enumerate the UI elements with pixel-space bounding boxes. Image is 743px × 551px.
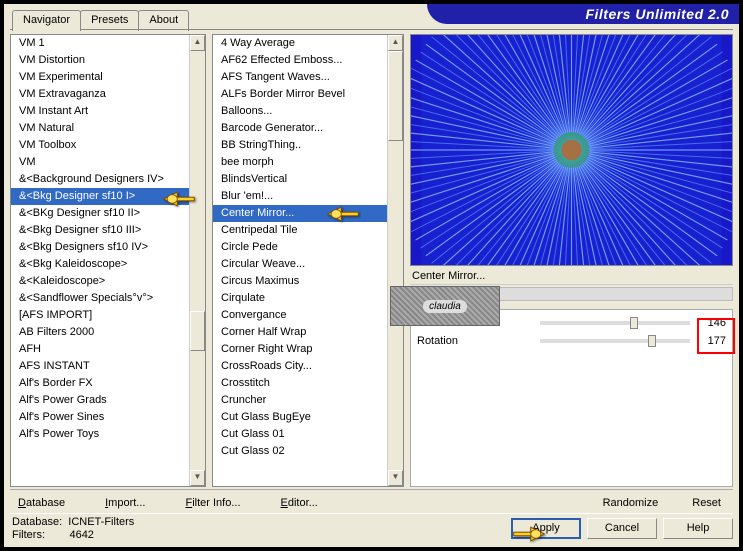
list-item[interactable]: Centripedal Tile xyxy=(213,222,403,239)
scroll-thumb[interactable] xyxy=(190,311,205,351)
list-item[interactable]: Cruncher xyxy=(213,392,403,409)
list-item[interactable]: AFS Tangent Waves... xyxy=(213,69,403,86)
list-item[interactable]: Circular Weave... xyxy=(213,256,403,273)
list-item[interactable]: CrossRoads City... xyxy=(213,358,403,375)
title-bar: Filters Unlimited 2.0 xyxy=(427,4,739,24)
list-item[interactable]: VM Natural xyxy=(11,120,205,137)
list-item[interactable]: &<Background Designers IV> xyxy=(11,171,205,188)
tab-navigator[interactable]: Navigator xyxy=(12,10,81,31)
filter-info-button[interactable]: Filter Info... xyxy=(177,494,248,512)
filter-name-label: Center Mirror... xyxy=(410,266,733,285)
list-item[interactable]: Circus Maximus xyxy=(213,273,403,290)
list-item[interactable]: AF62 Effected Emboss... xyxy=(213,52,403,69)
footer-info: Database: ICNET-Filters Filters: 4642 xyxy=(10,516,505,542)
preview-pane xyxy=(410,34,733,266)
list-item[interactable]: Cut Glass 02 xyxy=(213,443,403,460)
list-item[interactable]: Alf's Power Toys xyxy=(11,426,205,443)
list-item[interactable]: Balloons... xyxy=(213,103,403,120)
toolbar: Database Import... Filter Info... Editor… xyxy=(10,489,733,511)
list-item[interactable]: VM xyxy=(11,154,205,171)
list-item[interactable]: &<Bkg Designer sf10 III> xyxy=(11,222,205,239)
list-item[interactable]: VM Extravaganza xyxy=(11,86,205,103)
list-item[interactable]: Cut Glass 01 xyxy=(213,426,403,443)
scroll-up-icon[interactable]: ▲ xyxy=(388,35,403,51)
list-item[interactable]: &<Kaleidoscope> xyxy=(11,273,205,290)
scrollbar[interactable]: ▲ ▼ xyxy=(189,35,205,486)
list-item[interactable]: [AFS IMPORT] xyxy=(11,307,205,324)
import-button[interactable]: Import... xyxy=(97,494,153,512)
scroll-down-icon[interactable]: ▼ xyxy=(190,470,205,486)
reset-button[interactable]: Reset xyxy=(684,494,729,512)
help-button[interactable]: Help xyxy=(663,518,733,539)
list-item[interactable]: VM Instant Art xyxy=(11,103,205,120)
list-item[interactable]: &<Bkg Designer sf10 I> xyxy=(11,188,205,205)
parameter-panel: Axes146Rotation177 xyxy=(410,309,733,487)
list-item[interactable]: 4 Way Average xyxy=(213,35,403,52)
list-item[interactable]: VM Distortion xyxy=(11,52,205,69)
list-item[interactable]: Corner Half Wrap xyxy=(213,324,403,341)
list-item[interactable]: &<Bkg Kaleidoscope> xyxy=(11,256,205,273)
list-item[interactable]: Blur 'em!... xyxy=(213,188,403,205)
list-item[interactable]: VM Experimental xyxy=(11,69,205,86)
list-item[interactable]: BlindsVertical xyxy=(213,171,403,188)
list-item[interactable]: Alf's Power Sines xyxy=(11,409,205,426)
list-item[interactable]: Center Mirror... xyxy=(213,205,403,222)
list-item[interactable]: &<Sandflower Specials°v°> xyxy=(11,290,205,307)
scroll-thumb[interactable] xyxy=(388,51,403,141)
list-item[interactable]: bee morph xyxy=(213,154,403,171)
list-item[interactable]: Cirqulate xyxy=(213,290,403,307)
database-button[interactable]: Database xyxy=(10,494,73,512)
list-item[interactable]: Crosstitch xyxy=(213,375,403,392)
param-value: 177 xyxy=(698,335,726,347)
tab-presets[interactable]: Presets xyxy=(80,10,139,31)
category-list[interactable]: VM 1VM DistortionVM ExperimentalVM Extra… xyxy=(10,34,206,487)
watermark: claudia xyxy=(390,286,500,326)
list-item[interactable]: &<Bkg Designers sf10 IV> xyxy=(11,239,205,256)
scroll-up-icon[interactable]: ▲ xyxy=(190,35,205,51)
scrollbar[interactable]: ▲ ▼ xyxy=(387,35,403,486)
param-slider[interactable] xyxy=(540,321,690,325)
randomize-button[interactable]: Randomize xyxy=(595,494,667,512)
list-item[interactable]: Barcode Generator... xyxy=(213,120,403,137)
list-item[interactable]: AB Filters 2000 xyxy=(11,324,205,341)
param-label: Rotation xyxy=(417,335,532,347)
cancel-button[interactable]: Cancel xyxy=(587,518,657,539)
list-item[interactable]: Alf's Border FX xyxy=(11,375,205,392)
list-item[interactable]: Alf's Power Grads xyxy=(11,392,205,409)
list-item[interactable]: AFS INSTANT xyxy=(11,358,205,375)
editor-button[interactable]: Editor... xyxy=(273,494,326,512)
list-item[interactable]: BB StringThing.. xyxy=(213,137,403,154)
param-slider[interactable] xyxy=(540,339,690,343)
param-value: 146 xyxy=(698,317,726,329)
list-item[interactable]: Circle Pede xyxy=(213,239,403,256)
list-item[interactable]: Cut Glass BugEye xyxy=(213,409,403,426)
tab-about[interactable]: About xyxy=(138,10,189,31)
list-item[interactable]: ALFs Border Mirror Bevel xyxy=(213,86,403,103)
list-item[interactable]: &<BKg Designer sf10 II> xyxy=(11,205,205,222)
apply-button[interactable]: Apply xyxy=(511,518,581,539)
list-item[interactable]: AFH xyxy=(11,341,205,358)
filter-list[interactable]: 4 Way AverageAF62 Effected Emboss...AFS … xyxy=(212,34,404,487)
list-item[interactable]: VM Toolbox xyxy=(11,137,205,154)
list-item[interactable]: Corner Right Wrap xyxy=(213,341,403,358)
param-row: Rotation 177 xyxy=(413,332,730,350)
list-item[interactable]: Convergance xyxy=(213,307,403,324)
tab-strip: Navigator Presets About xyxy=(12,10,188,31)
scroll-down-icon[interactable]: ▼ xyxy=(388,470,403,486)
list-item[interactable]: VM 1 xyxy=(11,35,205,52)
